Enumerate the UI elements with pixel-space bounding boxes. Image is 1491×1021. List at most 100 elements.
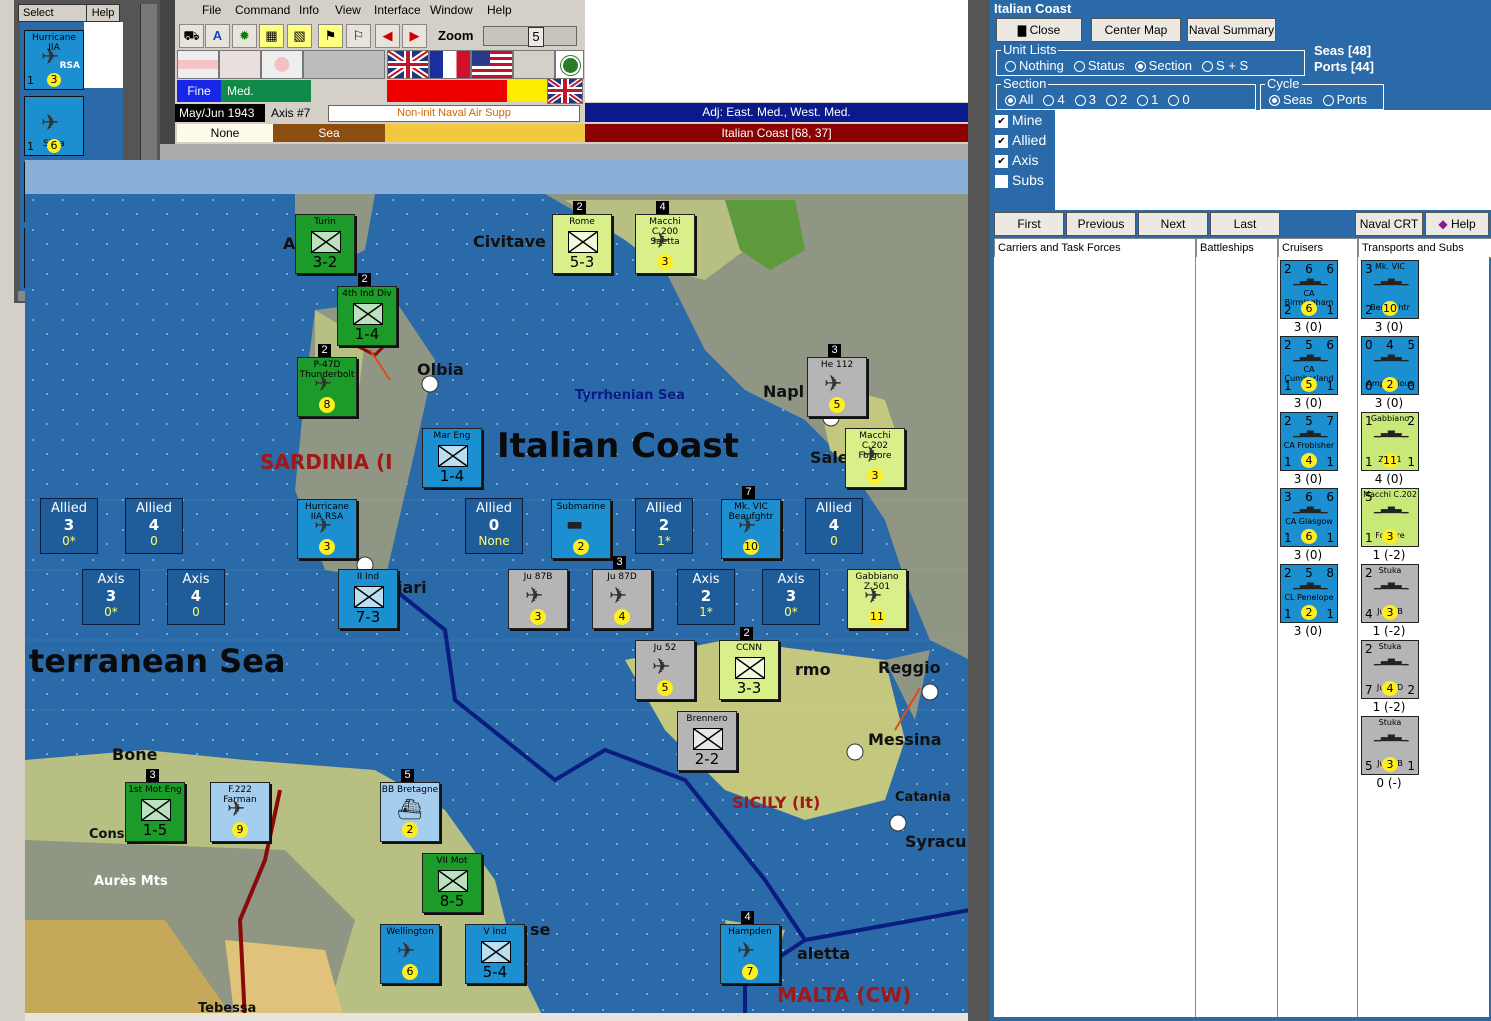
- naval-unit-counter[interactable]: Amphibious045020▁▃▅▃▁: [1361, 336, 1419, 395]
- radio-option[interactable]: Nothing: [1005, 58, 1064, 73]
- naval-unit-counter[interactable]: Folgore5Macchi C.20213▁▃▅▃▁: [1361, 488, 1419, 547]
- select-box-icon[interactable]: ▦: [259, 24, 284, 48]
- radio-option[interactable]: Seas: [1269, 92, 1313, 107]
- flag-china[interactable]: [555, 50, 584, 79]
- naval-unit-counter[interactable]: CA Frobisher 2 5 7 1 4 1 ▁▃▅▃▁: [1280, 412, 1338, 471]
- tank-icon[interactable]: ⛟: [179, 24, 204, 48]
- radio-button[interactable]: [1202, 61, 1214, 73]
- unit-counter[interactable]: II Ind 7-3: [338, 569, 398, 629]
- game-map[interactable]: Italian Coast terranean Sea Tyrrhenian S…: [25, 160, 970, 1021]
- radio-option[interactable]: Section: [1134, 58, 1192, 73]
- unit-counter[interactable]: Brennero 2-2: [677, 711, 737, 771]
- unit-counter[interactable]: VII Mot 8-5: [422, 853, 482, 913]
- unit-counter[interactable]: Hampden ✈ 7: [720, 924, 780, 984]
- radio-button[interactable]: [1073, 61, 1085, 73]
- axis-box[interactable]: Axis 3 0*: [762, 569, 820, 625]
- white-flag-icon[interactable]: ⚐: [346, 24, 371, 48]
- filter-check-allied[interactable]: ✔ Allied: [995, 132, 1046, 152]
- radio-button[interactable]: [1322, 95, 1334, 107]
- axis-box[interactable]: Axis 2 1*: [677, 569, 735, 625]
- menu-view[interactable]: View: [335, 3, 361, 17]
- radio-button[interactable]: [1105, 95, 1117, 107]
- checkbox[interactable]: [995, 174, 1008, 188]
- naval-summary-button[interactable]: Naval Summary: [1187, 18, 1276, 42]
- unit-counter[interactable]: Turin 3-2: [295, 214, 355, 274]
- radio-option[interactable]: All: [1005, 92, 1033, 107]
- flag-uk[interactable]: [386, 48, 430, 81]
- filter-check-mine[interactable]: ✔ Mine: [995, 112, 1046, 132]
- allied-box[interactable]: Allied 0 None: [465, 498, 523, 554]
- naval-unit-counter[interactable]: Ju 87D2Stuka742▁▃▅▃▁: [1361, 640, 1419, 699]
- flag-uk-small[interactable]: [546, 76, 584, 106]
- checkbox[interactable]: ✔: [995, 154, 1008, 168]
- checkbox[interactable]: ✔: [995, 134, 1008, 148]
- unit-counter[interactable]: Mk. VIC Beaufghtr ✈ 10: [721, 499, 781, 559]
- arrow-right-icon[interactable]: ▶: [402, 24, 427, 48]
- menu-file[interactable]: File: [202, 3, 221, 17]
- allied-box[interactable]: Allied 2 1*: [635, 498, 693, 554]
- unit-counter[interactable]: Ju 87B ✈ 3: [508, 569, 568, 629]
- axis-box[interactable]: Axis 3 0*: [82, 569, 140, 625]
- naval-help-button[interactable]: ◆ Help: [1425, 212, 1489, 236]
- select-area-icon[interactable]: ▧: [287, 24, 312, 48]
- radio-option[interactable]: 2: [1105, 92, 1127, 107]
- unit-counter[interactable]: BB Bretagne ⛴ 2: [380, 782, 440, 842]
- naval-unit-counter[interactable]: CA Birmingham266261▁▃▅▃▁: [1280, 260, 1338, 319]
- arrow-left-icon[interactable]: ◀: [375, 24, 400, 48]
- naval-unit-counter[interactable]: CL Penelope 2 5 8 1 2 1 ▁▃▅▃▁: [1280, 564, 1338, 623]
- next-button[interactable]: Next: [1138, 212, 1208, 236]
- unit-counter[interactable]: Ju 52 ✈ 5: [635, 640, 695, 700]
- menu-window[interactable]: Window: [430, 3, 473, 17]
- unit-counter[interactable]: Submarine ▬ 2: [551, 499, 611, 559]
- flag-empty-2[interactable]: [513, 50, 555, 79]
- flag-icon[interactable]: ⚑: [318, 24, 343, 48]
- flag-germany[interactable]: [177, 50, 219, 79]
- radio-option[interactable]: Ports: [1322, 92, 1367, 107]
- map-bottom-bar[interactable]: [25, 1013, 968, 1021]
- last-button[interactable]: Last: [1210, 212, 1280, 236]
- radio-button[interactable]: [1137, 95, 1149, 107]
- unit-counter[interactable]: CCNN 3-3: [719, 640, 779, 700]
- center-map-button[interactable]: Center Map: [1091, 18, 1181, 42]
- filter-check-axis[interactable]: ✔ Axis: [995, 152, 1046, 172]
- radio-button[interactable]: [1043, 95, 1055, 107]
- unit-counter[interactable]: He 112 ✈ 5: [807, 357, 867, 417]
- radio-button[interactable]: [1005, 61, 1016, 73]
- zoom-slider[interactable]: 5: [483, 26, 577, 47]
- filter-check-subs[interactable]: Subs: [995, 172, 1046, 192]
- unit-counter[interactable]: Mar Eng 1-4: [422, 428, 482, 488]
- flag-usa[interactable]: [471, 50, 513, 79]
- flag-japan[interactable]: [261, 50, 303, 79]
- map-divider[interactable]: [968, 0, 990, 1021]
- radio-option[interactable]: 4: [1043, 92, 1065, 107]
- radio-button[interactable]: [1168, 95, 1180, 107]
- select-counter[interactable]: Hurricane IIA ✈ 1 3 RSA: [24, 30, 84, 90]
- flag-italy[interactable]: [219, 50, 261, 79]
- radio-option[interactable]: 1: [1137, 92, 1158, 107]
- radio-option[interactable]: 3: [1074, 92, 1096, 107]
- gear-icon[interactable]: ✹: [232, 24, 257, 48]
- unit-counter[interactable]: 4th Ind Div 1-4: [337, 286, 397, 346]
- unit-counter[interactable]: F.222 Farman ✈ 9: [210, 782, 270, 842]
- zoom-slider-thumb[interactable]: 5: [528, 27, 544, 47]
- naval-unit-counter[interactable]: Ju 87BStuka531▁▃▅▃▁: [1361, 716, 1419, 775]
- allied-box[interactable]: Allied 4 0: [125, 498, 183, 554]
- select-tab[interactable]: Select: [18, 4, 90, 22]
- unit-counter[interactable]: 1st Mot Eng 1-5: [125, 782, 185, 842]
- menu-help[interactable]: Help: [487, 3, 512, 17]
- col-header-battleships[interactable]: Battleships: [1196, 238, 1278, 258]
- col-header-carriers[interactable]: Carriers and Task Forces: [994, 238, 1196, 258]
- radio-option[interactable]: S + S: [1202, 58, 1248, 73]
- select-help-button[interactable]: Help: [86, 4, 120, 22]
- naval-unit-counter[interactable]: Z.5011Gabbiano21111▁▃▅▃▁: [1361, 412, 1419, 471]
- unit-counter[interactable]: P-47D Thunderbolt ✈ 8: [297, 357, 357, 417]
- naval-crt-button[interactable]: Naval CRT: [1355, 212, 1423, 236]
- flag-empty[interactable]: [303, 50, 385, 79]
- allied-box[interactable]: Allied 4 0: [805, 498, 863, 554]
- unit-counter[interactable]: Gabbiano Z.501 ✈ 11: [847, 569, 907, 629]
- close-button[interactable]: ▇ Close: [996, 18, 1082, 42]
- select-counter[interactable]: Skua✈16: [24, 96, 84, 156]
- naval-unit-counter[interactable]: Ju 87B2Stuka43▁▃▅▃▁: [1361, 564, 1419, 623]
- unit-counter[interactable]: Hurricane IIA RSA ✈ 3: [297, 499, 357, 559]
- unit-counter[interactable]: Wellington ✈ 6: [380, 924, 440, 984]
